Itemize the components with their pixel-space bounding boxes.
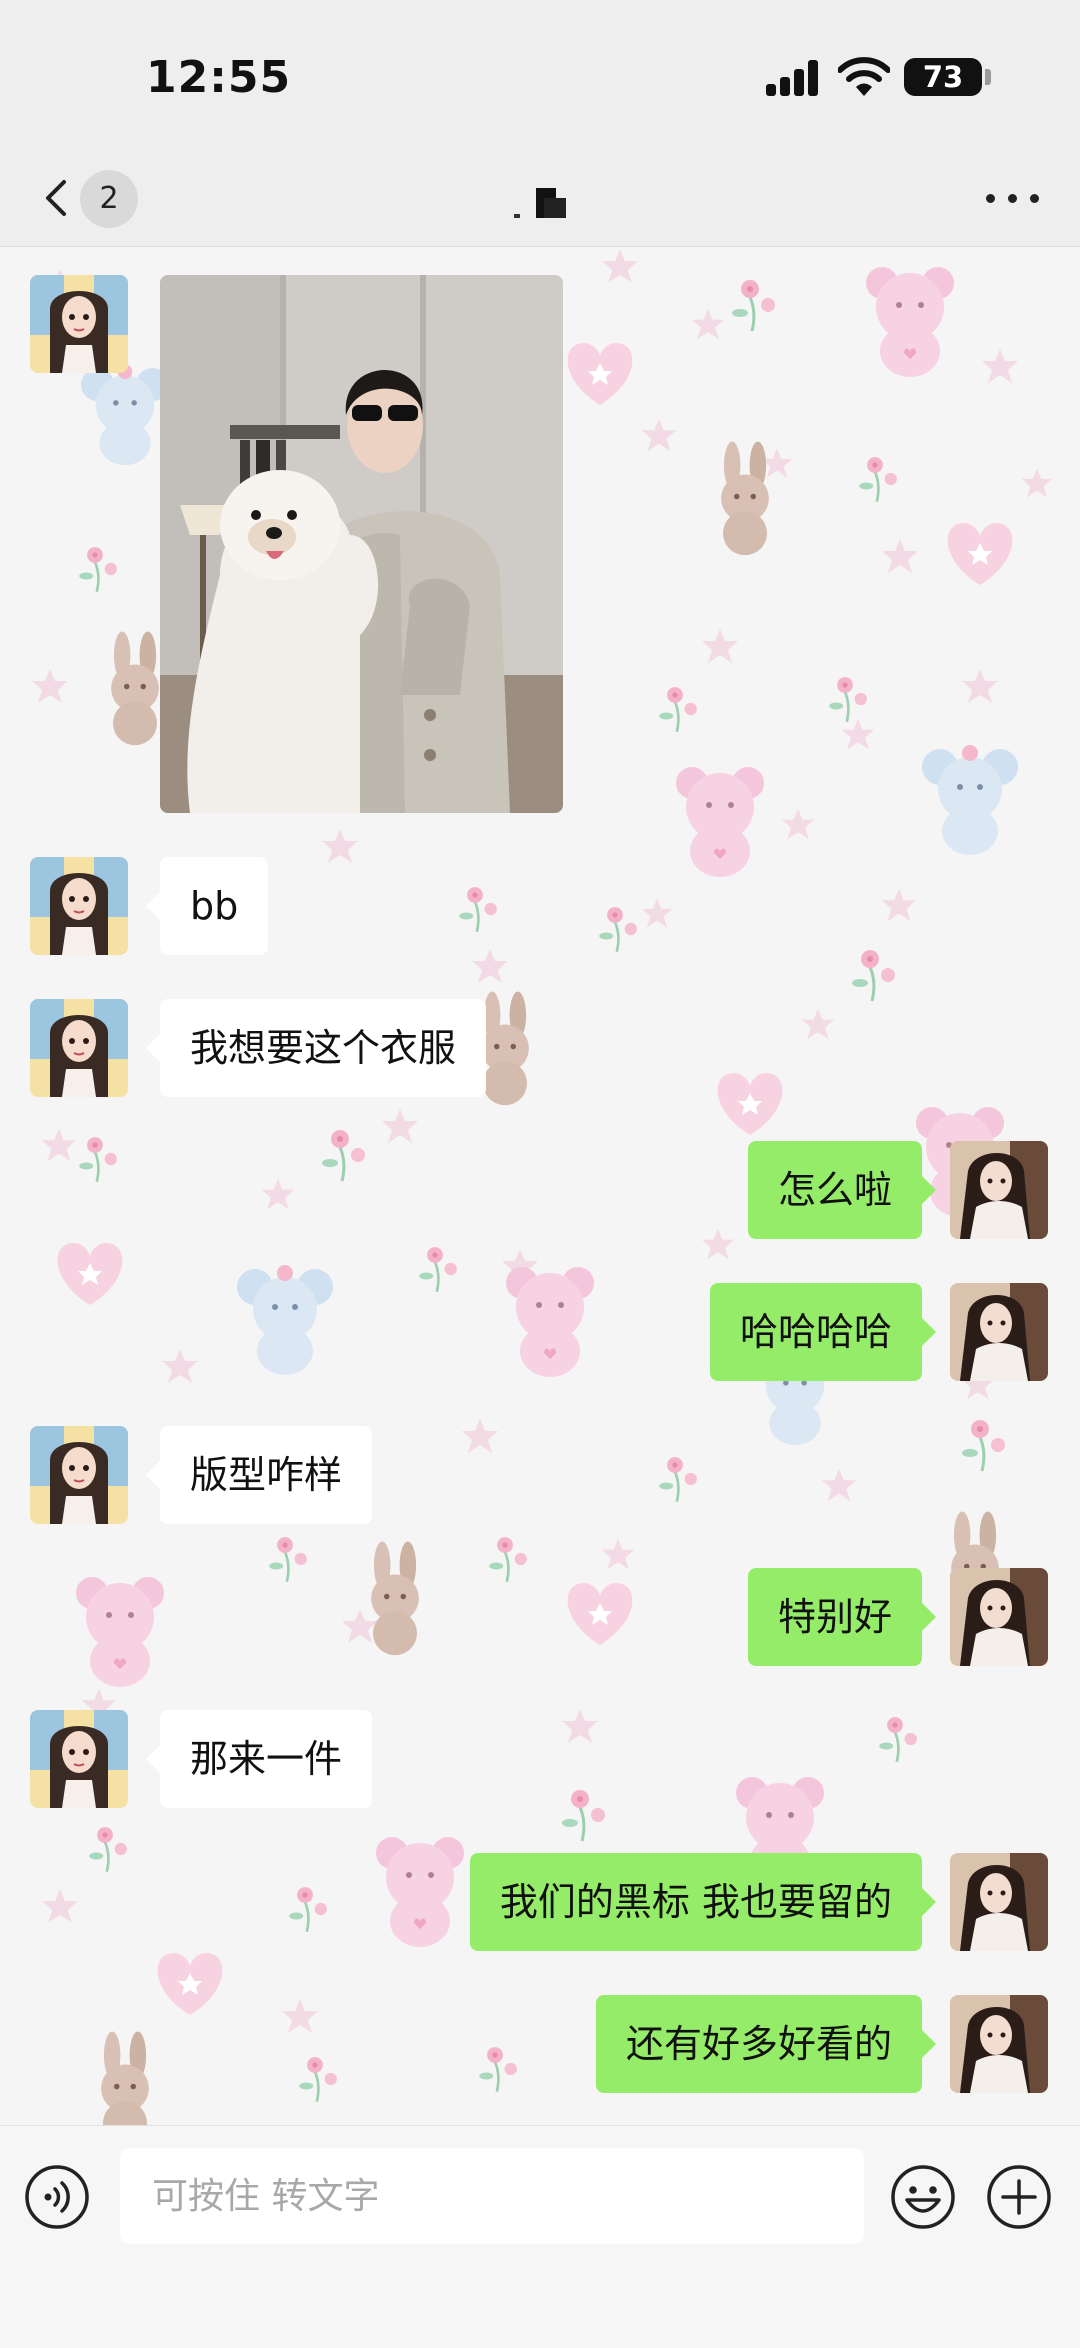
voice-icon[interactable] — [24, 2164, 90, 2230]
chat-nav-bar: 2 — [0, 150, 1080, 247]
outgoing-message-bubble[interactable]: 我们的黑标 我也要留的 — [469, 1853, 937, 1951]
my-avatar-photo — [950, 1853, 1048, 1951]
message-row-incoming: 我想要这个衣服 — [0, 999, 1080, 1097]
back-button[interactable]: 2 — [28, 168, 148, 228]
contact-avatar[interactable] — [30, 1710, 128, 1808]
message-row-incoming: 那来一件 — [0, 1710, 1080, 1808]
more-button[interactable] — [978, 178, 1048, 218]
plus-icon[interactable] — [986, 2164, 1052, 2230]
chevron-left-icon — [46, 180, 66, 216]
outgoing-message-bubble[interactable]: 怎么啦 — [747, 1141, 937, 1239]
message-row-incoming: bb — [0, 857, 1080, 955]
message-row-outgoing: 我们的黑标 我也要留的 — [0, 1853, 1080, 1951]
contact-avatar-illustration — [30, 999, 128, 1097]
wifi-icon — [838, 57, 890, 96]
contact-avatar-illustration — [30, 1426, 128, 1524]
contact-avatar-illustration — [30, 275, 128, 373]
contact-avatar[interactable] — [30, 857, 128, 955]
emoji-icon[interactable] — [890, 2164, 956, 2230]
my-avatar-photo — [950, 1995, 1048, 2093]
my-avatar[interactable] — [950, 1283, 1048, 1381]
status-bar: 12:55 73 — [0, 0, 1080, 150]
outgoing-message-bubble[interactable]: 特别好 — [747, 1568, 937, 1666]
message-row-outgoing: 怎么啦 — [0, 1141, 1080, 1239]
my-avatar[interactable] — [950, 1568, 1048, 1666]
outgoing-message-bubble[interactable]: 还有好多好看的 — [595, 1995, 937, 2093]
more-dots-icon — [986, 194, 995, 203]
unread-count-badge: 2 — [80, 170, 138, 228]
image-message-photo — [160, 275, 563, 813]
my-avatar[interactable] — [950, 1141, 1048, 1239]
my-avatar[interactable] — [950, 1995, 1048, 2093]
message-row-outgoing: 还有好多好看的 — [0, 1995, 1080, 2093]
my-avatar-photo — [950, 1283, 1048, 1381]
image-message[interactable] — [160, 275, 563, 813]
message-row-incoming: 版型咋样 — [0, 1426, 1080, 1524]
message-row-outgoing: 哈哈哈哈 — [0, 1283, 1080, 1381]
my-avatar[interactable] — [950, 1853, 1048, 1951]
status-time: 12:55 — [146, 52, 292, 103]
contact-avatar[interactable] — [30, 275, 128, 373]
contact-avatar-illustration — [30, 1710, 128, 1808]
contact-avatar[interactable] — [30, 999, 128, 1097]
contact-name-glyph — [514, 188, 566, 218]
incoming-message-bubble[interactable]: bb — [145, 857, 269, 955]
my-avatar-photo — [950, 1141, 1048, 1239]
incoming-message-bubble[interactable]: 版型咋样 — [145, 1426, 373, 1524]
my-avatar-photo — [950, 1568, 1048, 1666]
contact-avatar[interactable] — [30, 1426, 128, 1524]
battery-cap — [985, 69, 991, 85]
contact-avatar-illustration — [30, 857, 128, 955]
message-input[interactable] — [120, 2148, 864, 2244]
battery-indicator: 73 — [904, 58, 982, 96]
message-row-outgoing: 特别好 — [0, 1568, 1080, 1666]
cellular-signal-icon — [766, 60, 822, 96]
outgoing-message-bubble[interactable]: 哈哈哈哈 — [709, 1283, 937, 1381]
incoming-message-bubble[interactable]: 那来一件 — [145, 1710, 373, 1808]
chat-input-bar — [0, 2125, 1080, 2348]
chat-area[interactable]: bb 我想要这个衣服 怎么啦 哈哈哈哈 版型咋样 特别好 那来一件 我们的黑标 … — [0, 247, 1080, 2125]
message-row-image — [0, 247, 1080, 827]
incoming-message-bubble[interactable]: 我想要这个衣服 — [145, 999, 487, 1097]
